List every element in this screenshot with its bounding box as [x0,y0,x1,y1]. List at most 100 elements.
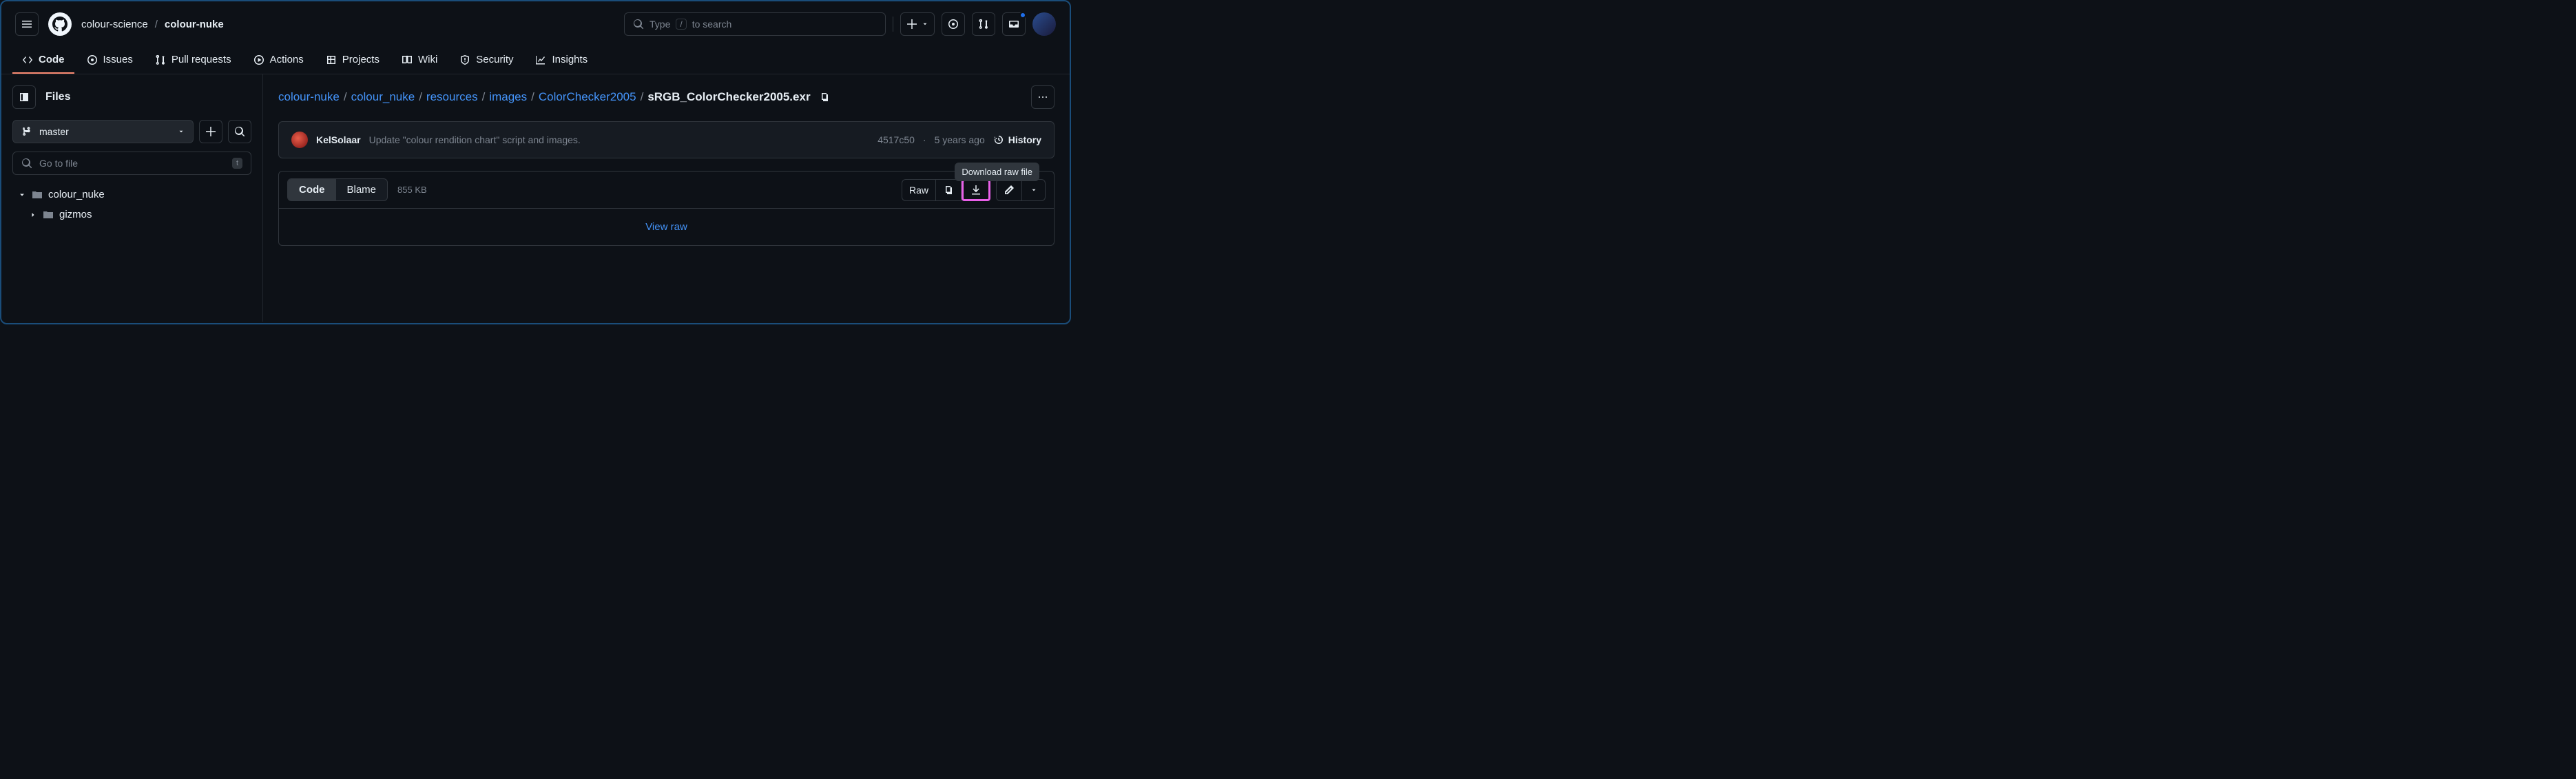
search-icon [21,158,32,169]
play-icon [253,54,264,65]
github-logo[interactable] [48,12,72,36]
path-part-1[interactable]: colour_nuke [351,90,415,104]
tab-code-label: Code [39,54,65,65]
inbox-icon [1008,19,1019,30]
tab-insights[interactable]: Insights [526,47,597,74]
github-mark-icon [52,17,67,32]
more-options-button[interactable] [1031,85,1055,109]
sidebar-collapse-icon [19,92,30,103]
tab-pulls[interactable]: Pull requests [145,47,241,74]
search-icon [633,19,644,30]
caret-down-icon [922,21,928,28]
file-size-label: 855 KB [397,185,427,195]
chevron-right-icon [29,211,37,219]
file-view-box: Code Blame 855 KB Raw [278,171,1055,246]
raw-label: Raw [909,185,928,196]
git-pull-request-icon [978,19,989,30]
tab-code[interactable]: Code [12,47,74,74]
tab-insights-label: Insights [552,54,588,65]
file-filter-placeholder: Go to file [39,158,78,169]
tree-item-gizmos[interactable]: gizmos [12,205,251,225]
branch-name: master [39,126,69,137]
kebab-icon [1037,92,1048,103]
history-label: History [1008,134,1041,145]
user-avatar[interactable] [1032,12,1056,36]
plus-icon [205,126,216,137]
commit-author-avatar[interactable] [291,132,308,148]
search-placeholder-pre: Type [650,19,670,30]
files-panel-title: Files [45,91,70,103]
history-icon [993,134,1004,145]
plus-icon [906,19,917,30]
history-button[interactable]: History [993,134,1041,145]
code-blame-toggle: Code Blame [287,178,388,201]
tab-pulls-label: Pull requests [172,54,231,65]
view-raw-link[interactable]: View raw [645,221,687,233]
copy-path-icon[interactable] [819,92,830,103]
path-part-4[interactable]: ColorChecker2005 [539,90,636,104]
add-file-button[interactable] [199,120,222,143]
tab-security[interactable]: Security [450,47,523,74]
owner-link[interactable]: colour-science [81,19,148,30]
path-part-2[interactable]: resources [426,90,478,104]
download-raw-button[interactable] [962,179,990,201]
tab-actions[interactable]: Actions [244,47,313,74]
code-tab-button[interactable]: Code [288,179,336,200]
book-icon [402,54,413,65]
breadcrumb-separator: / [155,19,158,30]
raw-button[interactable]: Raw [902,179,936,201]
pulls-header-button[interactable] [972,12,995,36]
search-placeholder-post: to search [692,19,732,30]
notifications-button[interactable] [1002,12,1026,36]
edit-dropdown-button[interactable] [1022,179,1046,201]
tab-security-label: Security [476,54,513,65]
record-icon [948,19,959,30]
search-icon [234,126,245,137]
global-search-input[interactable]: Type / to search [624,12,886,36]
path-current-file: sRGB_ColorChecker2005.exr [647,90,810,104]
git-branch-icon [21,126,32,137]
notification-indicator [1019,12,1026,19]
tab-actions-label: Actions [270,54,304,65]
chevron-down-icon [18,191,26,199]
issue-icon [87,54,98,65]
tree-gizmos-label: gizmos [59,209,92,220]
create-new-button[interactable] [900,12,935,36]
tab-issues-label: Issues [103,54,133,65]
code-icon [22,54,33,65]
copy-raw-button[interactable] [936,179,962,201]
repo-link[interactable]: colour-nuke [165,19,224,30]
commit-author-name[interactable]: KelSolaar [316,134,361,145]
search-kbd-hint: / [676,19,686,30]
issues-header-button[interactable] [942,12,965,36]
tab-projects-label: Projects [342,54,380,65]
caret-down-icon [1030,187,1037,194]
download-tooltip: Download raw file [955,163,1039,181]
download-icon [970,185,981,196]
tab-wiki[interactable]: Wiki [392,47,447,74]
table-icon [326,54,337,65]
folder-icon [32,189,43,200]
file-filter-kbd: t [232,158,242,169]
tree-item-root[interactable]: colour_nuke [12,185,251,205]
tree-root-label: colour_nuke [48,189,105,200]
commit-sha[interactable]: 4517c50 [877,134,915,145]
git-pull-request-icon [155,54,166,65]
search-files-button[interactable] [228,120,251,143]
shield-icon [459,54,470,65]
hamburger-menu-button[interactable] [15,12,39,36]
copy-icon [943,185,954,196]
collapse-sidebar-button[interactable] [12,85,36,109]
path-part-3[interactable]: images [489,90,527,104]
repo-breadcrumb: colour-science / colour-nuke [81,19,224,30]
commit-message[interactable]: Update "colour rendition chart" script a… [369,134,581,145]
file-filter-input[interactable]: Go to file t [12,152,251,175]
branch-select[interactable]: master [12,120,194,143]
path-part-0[interactable]: colour-nuke [278,90,340,104]
tab-issues[interactable]: Issues [77,47,143,74]
blame-tab-button[interactable]: Blame [336,179,388,200]
hamburger-icon [21,19,32,30]
edit-file-button[interactable] [996,179,1022,201]
tab-projects[interactable]: Projects [316,47,389,74]
commit-age: 5 years ago [935,134,985,145]
